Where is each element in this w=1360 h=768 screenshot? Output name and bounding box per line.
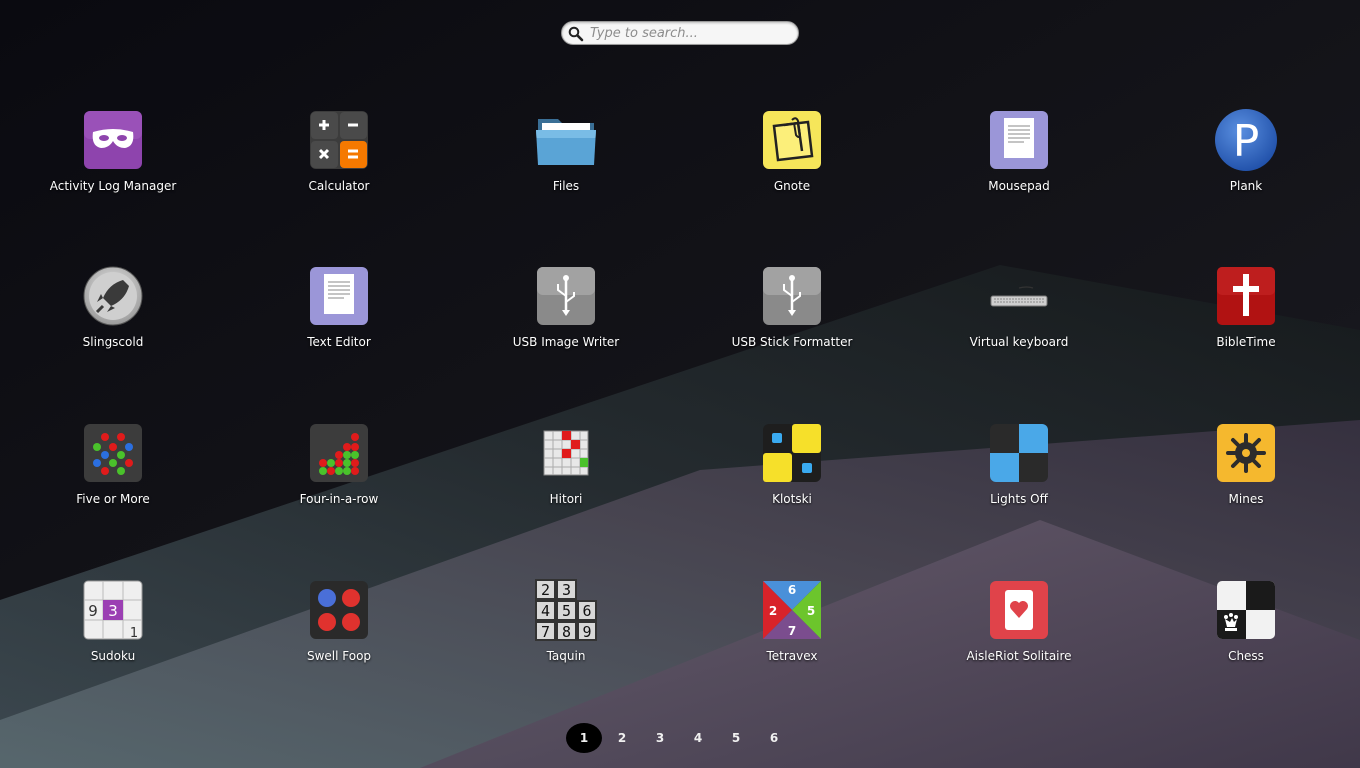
sudoku-digit: 3 bbox=[108, 602, 118, 620]
app-tile-mousepad[interactable]: Mousepad bbox=[929, 108, 1109, 218]
app-label: Plank bbox=[1229, 179, 1263, 193]
mousepad-icon bbox=[987, 108, 1051, 172]
app-label: USB Image Writer bbox=[512, 335, 620, 349]
app-label: Gnote bbox=[773, 179, 811, 193]
app-tile-virtual-keyboard[interactable]: Virtual keyboard bbox=[929, 264, 1109, 374]
hitori-icon bbox=[534, 421, 598, 485]
app-label: AisleRiot Solitaire bbox=[966, 649, 1072, 663]
taquin-tile: 6 bbox=[582, 602, 591, 620]
app-label: Four-in-a-row bbox=[299, 492, 379, 506]
tetravex-number: 2 bbox=[769, 604, 777, 618]
app-label: Hitori bbox=[549, 492, 583, 506]
app-tile-swell-foop[interactable]: Swell Foop bbox=[249, 578, 429, 688]
card-heart-icon bbox=[987, 578, 1051, 642]
search-icon bbox=[568, 26, 584, 42]
app-tile-text-editor[interactable]: Text Editor bbox=[249, 264, 429, 374]
page-2-button[interactable]: 2 bbox=[604, 723, 640, 753]
app-tile-mines[interactable]: Mines bbox=[1156, 421, 1336, 531]
app-tile-gnote[interactable]: Gnote bbox=[702, 108, 882, 218]
tetravex-icon: 6 2 5 7 bbox=[760, 578, 824, 642]
taquin-tile: 7 bbox=[541, 623, 550, 641]
app-label: Lights Off bbox=[990, 492, 1048, 506]
app-label: Calculator bbox=[308, 179, 370, 193]
app-label: Five or More bbox=[76, 492, 150, 506]
page-4-button[interactable]: 4 bbox=[680, 723, 716, 753]
app-label: Chess bbox=[1228, 649, 1264, 663]
app-tile-plank[interactable]: P Plank bbox=[1156, 108, 1336, 218]
app-tile-taquin[interactable]: 2 3 4 5 6 7 8 9 Taquin bbox=[476, 578, 656, 688]
app-label: Swell Foop bbox=[306, 649, 372, 663]
app-label: Virtual keyboard bbox=[969, 335, 1069, 349]
taquin-tile: 5 bbox=[562, 602, 571, 620]
cross-icon bbox=[1214, 264, 1278, 328]
swell-foop-icon bbox=[307, 578, 371, 642]
app-tile-four-in-a-row[interactable]: Four-in-a-row bbox=[249, 421, 429, 531]
page-5-button[interactable]: 5 bbox=[718, 723, 754, 753]
usb-icon bbox=[534, 264, 598, 328]
app-tile-calculator[interactable]: Calculator bbox=[249, 108, 429, 218]
app-label: Activity Log Manager bbox=[49, 179, 177, 193]
sudoku-digit: 1 bbox=[130, 626, 138, 640]
app-tile-activity-log-manager[interactable]: Activity Log Manager bbox=[23, 108, 203, 218]
app-tile-slingscold[interactable]: Slingscold bbox=[23, 264, 203, 374]
page-3-button[interactable]: 3 bbox=[642, 723, 678, 753]
app-tile-files[interactable]: Files bbox=[476, 108, 656, 218]
taquin-tile: 2 bbox=[541, 581, 550, 599]
app-label: Files bbox=[552, 179, 580, 193]
page-1-button[interactable]: 1 bbox=[566, 723, 602, 753]
klotski-icon bbox=[760, 421, 824, 485]
app-label: Klotski bbox=[772, 492, 812, 506]
app-label: Tetravex bbox=[766, 649, 818, 663]
calculator-icon bbox=[307, 108, 371, 172]
app-tile-aisleriot-solitaire[interactable]: AisleRiot Solitaire bbox=[929, 578, 1109, 688]
sudoku-icon: 9 3 1 bbox=[81, 578, 145, 642]
app-label: Sudoku bbox=[90, 649, 136, 663]
plank-icon: P bbox=[1214, 108, 1278, 172]
app-tile-sudoku[interactable]: 9 3 1 Sudoku bbox=[23, 578, 203, 688]
app-label: Slingscold bbox=[82, 335, 144, 349]
plank-letter: P bbox=[1233, 116, 1260, 167]
app-tile-hitori[interactable]: Hitori bbox=[476, 421, 656, 531]
activity-log-manager-icon bbox=[81, 108, 145, 172]
sudoku-digit: 9 bbox=[88, 602, 98, 620]
taquin-tile: 3 bbox=[562, 581, 571, 599]
mines-icon bbox=[1214, 421, 1278, 485]
taquin-icon: 2 3 4 5 6 7 8 9 bbox=[534, 578, 598, 642]
usb-icon bbox=[760, 264, 824, 328]
taquin-tile: 4 bbox=[541, 602, 550, 620]
app-label: Mousepad bbox=[988, 179, 1050, 193]
taquin-tile: 9 bbox=[582, 623, 591, 641]
app-tile-lights-off[interactable]: Lights Off bbox=[929, 421, 1109, 531]
app-tile-five-or-more[interactable]: Five or More bbox=[23, 421, 203, 531]
app-label: Text Editor bbox=[307, 335, 371, 349]
lights-off-icon bbox=[987, 421, 1051, 485]
app-tile-klotski[interactable]: Klotski bbox=[702, 421, 882, 531]
tetravex-number: 7 bbox=[788, 624, 796, 638]
taquin-tile: 8 bbox=[562, 623, 571, 641]
app-tile-tetravex[interactable]: 6 2 5 7 Tetravex bbox=[702, 578, 882, 688]
app-tile-usb-image-writer[interactable]: USB Image Writer bbox=[476, 264, 656, 374]
folder-icon bbox=[534, 108, 598, 172]
gnote-icon bbox=[760, 108, 824, 172]
keyboard-icon bbox=[987, 264, 1051, 328]
page-6-button[interactable]: 6 bbox=[756, 723, 792, 753]
tetravex-number: 5 bbox=[807, 604, 815, 618]
app-tile-chess[interactable]: Chess bbox=[1156, 578, 1336, 688]
search-box[interactable] bbox=[561, 21, 799, 45]
rocket-icon bbox=[81, 264, 145, 328]
app-tile-bibletime[interactable]: BibleTime bbox=[1156, 264, 1336, 374]
text-editor-icon bbox=[307, 264, 371, 328]
four-in-a-row-icon bbox=[307, 421, 371, 485]
app-label: USB Stick Formatter bbox=[731, 335, 853, 349]
search-input[interactable] bbox=[590, 24, 790, 42]
app-label: BibleTime bbox=[1216, 335, 1276, 349]
app-label: Mines bbox=[1228, 492, 1264, 506]
app-tile-usb-stick-formatter[interactable]: USB Stick Formatter bbox=[702, 264, 882, 374]
tetravex-number: 6 bbox=[788, 583, 796, 597]
chess-icon bbox=[1214, 578, 1278, 642]
five-or-more-icon bbox=[81, 421, 145, 485]
app-label: Taquin bbox=[546, 649, 586, 663]
